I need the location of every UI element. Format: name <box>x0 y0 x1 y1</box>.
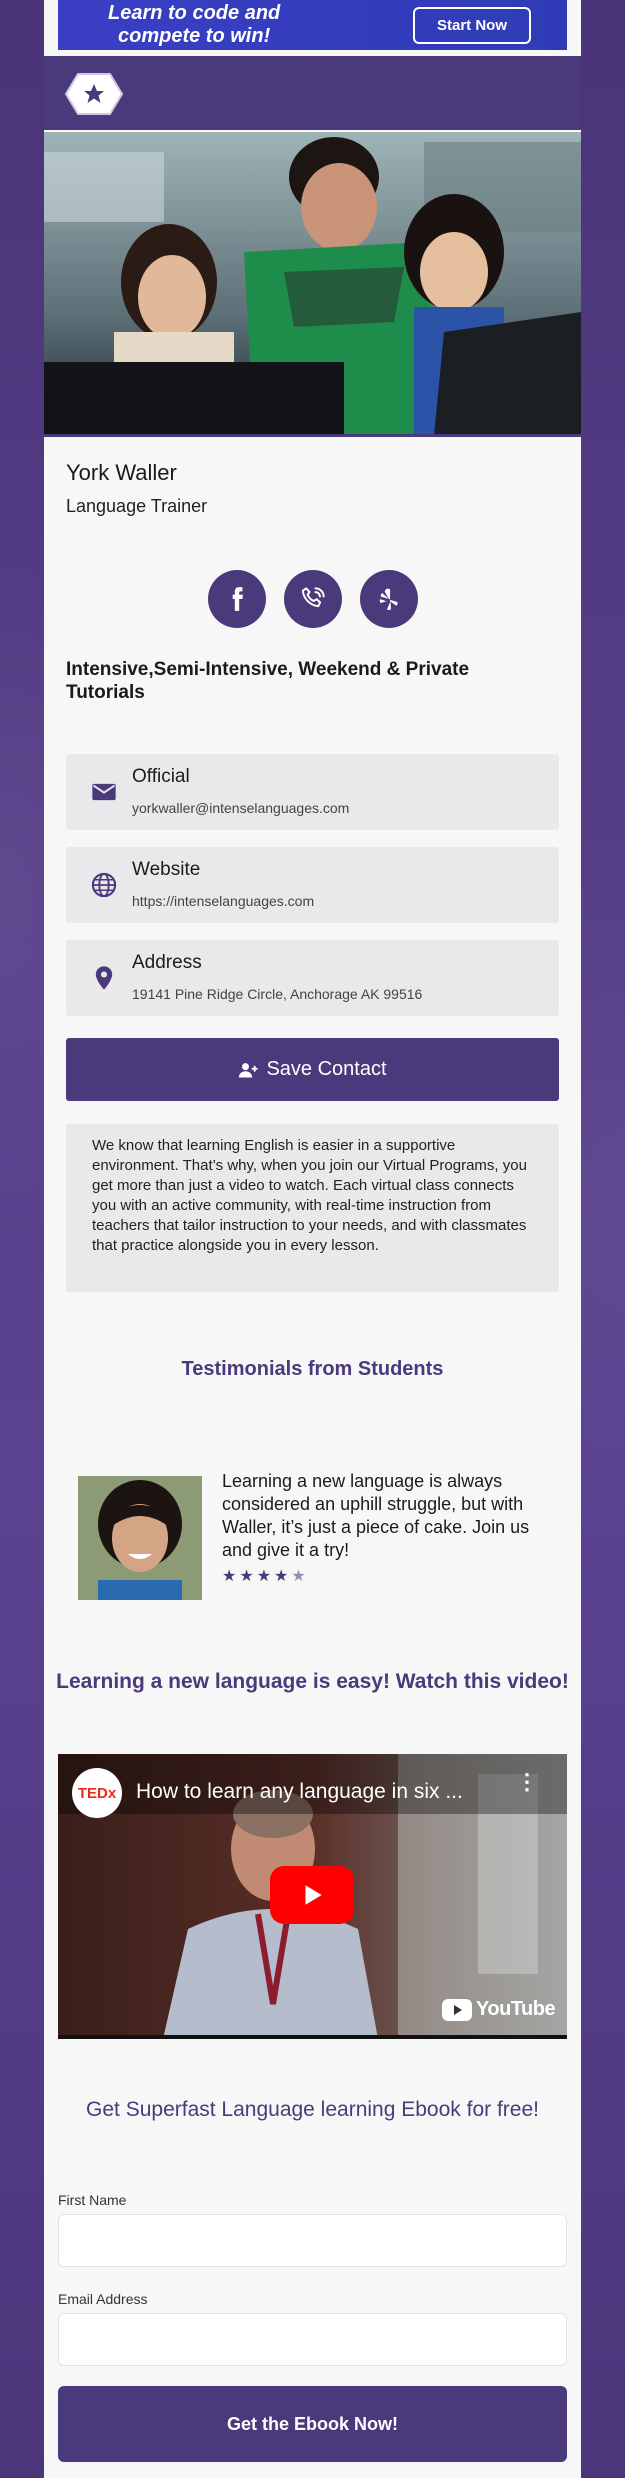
address-title: Address <box>132 952 202 973</box>
address-value[interactable]: 19141 Pine Ridge Circle, Anchorage AK 99… <box>132 986 422 1002</box>
save-contact-button[interactable]: Save Contact <box>66 1038 559 1101</box>
first-name-label: First Name <box>58 2192 127 2208</box>
star-icon: ★ <box>222 1568 240 1585</box>
first-name-input[interactable] <box>58 2214 567 2267</box>
video-title-text[interactable]: How to learn any language in six ... <box>136 1780 463 1804</box>
website-url[interactable]: https://intenselanguages.com <box>132 893 314 909</box>
testimonial-avatar <box>78 1476 202 1600</box>
official-title: Official <box>132 766 190 787</box>
phone-button[interactable] <box>283 570 342 628</box>
social-links <box>44 570 581 628</box>
email-icon <box>92 783 116 801</box>
globe-icon <box>91 872 117 898</box>
rating-stars: ★★★★★ <box>222 1566 309 1586</box>
profile-role: Language Trainer <box>66 496 208 516</box>
facebook-button[interactable] <box>207 570 266 628</box>
testimonial-quote: Learning a new language is always consid… <box>222 1471 530 1560</box>
youtube-logo[interactable]: YouTube <box>442 1998 556 2021</box>
location-pin-icon <box>95 966 113 990</box>
services-tagline: Intensive,Semi-Intensive, Weekend & Priv… <box>66 659 470 703</box>
email-input[interactable] <box>58 2313 567 2366</box>
website-title: Website <box>132 859 201 880</box>
about-text: We know that learning English is easier … <box>66 1124 559 1292</box>
add-user-icon <box>239 1062 259 1077</box>
youtube-logo-icon <box>442 1998 472 2021</box>
video-progress-track <box>58 2035 567 2039</box>
phone-icon <box>301 587 325 608</box>
star-half-icon: ★ <box>291 1568 309 1585</box>
star-icon: ★ <box>256 1568 275 1585</box>
hero-divider <box>44 434 581 437</box>
promo-banner[interactable]: Learn to code and compete to win! Start … <box>58 0 567 50</box>
header-bar <box>44 56 581 130</box>
youtube-video-embed[interactable]: TEDx How to learn any language in six ..… <box>58 1754 567 2039</box>
get-ebook-button[interactable]: Get the Ebook Now! <box>58 2386 567 2462</box>
banner-text: Learn to code and compete to win! <box>108 2 280 48</box>
contact-address[interactable]: Address 19141 Pine Ridge Circle, Anchora… <box>66 940 559 1016</box>
facebook-icon <box>232 587 243 611</box>
contact-website[interactable]: Website https://intenselanguages.com <box>66 847 559 923</box>
ebook-title: Get Superfast Language learning Ebook fo… <box>86 2098 539 2121</box>
official-email[interactable]: yorkwaller@intenselanguages.com <box>132 800 349 816</box>
tedx-badge: TEDx <box>77 1784 117 1802</box>
email-label: Email Address <box>58 2291 148 2307</box>
yelp-button[interactable] <box>359 570 418 628</box>
save-contact-label: Save Contact <box>266 1058 387 1080</box>
yelp-icon <box>379 588 398 611</box>
banner-line-2: compete to win! <box>118 25 271 47</box>
hero-photo <box>44 132 581 436</box>
video-section-title: Learning a new language is easy! Watch t… <box>56 1670 569 1693</box>
youtube-wordmark: YouTube <box>476 1998 556 2020</box>
play-icon <box>305 1885 322 1905</box>
banner-line-1: Learn to code and <box>108 2 281 24</box>
contact-official[interactable]: Official yorkwaller@intenselanguages.com <box>66 754 559 830</box>
star-badge-logo-icon <box>64 73 124 115</box>
profile-name: York Waller <box>66 460 177 485</box>
star-icon: ★ <box>274 1568 292 1585</box>
start-now-button[interactable]: Start Now <box>412 6 531 44</box>
profile-card: Learn to code and compete to win! Start … <box>44 0 581 2478</box>
testimonials-title: Testimonials from Students <box>181 1358 444 1380</box>
star-icon: ★ <box>239 1568 257 1585</box>
more-options-icon[interactable]: ⋮ <box>516 1771 538 1793</box>
play-button[interactable] <box>270 1866 354 1924</box>
tedx-channel-avatar[interactable]: TEDx <box>72 1768 122 1818</box>
